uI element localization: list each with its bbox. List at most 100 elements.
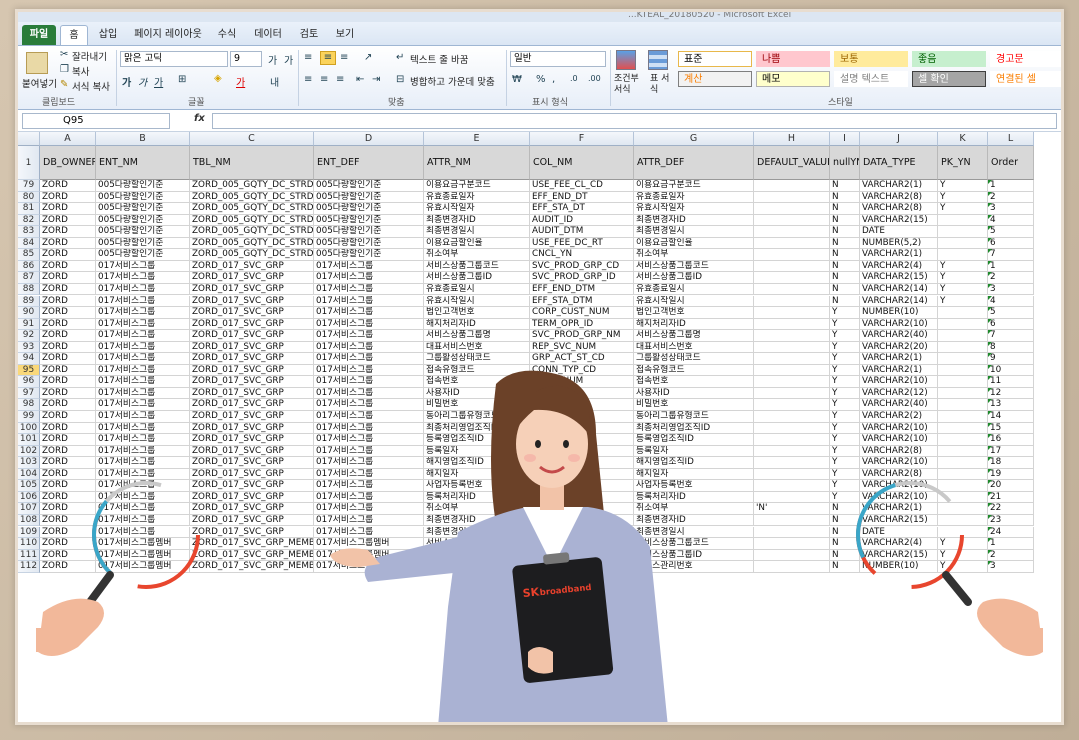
table-cell[interactable]: ZORD: [40, 260, 96, 273]
table-cell[interactable]: AUDIT_DTM: [530, 226, 634, 238]
table-cell[interactable]: 017서비스그룹: [314, 364, 424, 377]
table-cell[interactable]: 017서비스그룹: [314, 307, 424, 319]
table-cell[interactable]: [754, 295, 830, 308]
table-cell[interactable]: N: [830, 561, 860, 573]
select-all-corner[interactable]: [18, 132, 40, 146]
table-cell[interactable]: 017서비스그룹: [314, 422, 424, 435]
table-cell[interactable]: 017서비스그룹: [96, 376, 190, 388]
fx-icon[interactable]: fx: [194, 113, 205, 124]
table-cell[interactable]: [938, 411, 988, 423]
table-cell[interactable]: 017서비스그룹: [96, 307, 190, 319]
table-cell[interactable]: ZORD: [40, 549, 96, 562]
table-cell[interactable]: VARCHAR2(40): [860, 399, 938, 411]
table-cell[interactable]: 017서비스그룹: [314, 503, 424, 515]
table-cell[interactable]: 사용자ID: [634, 387, 754, 400]
header-cell[interactable]: DATA_TYPE: [860, 146, 938, 180]
table-cell[interactable]: VARCHAR2(14): [860, 295, 938, 308]
table-cell[interactable]: [754, 272, 830, 284]
table-cell[interactable]: [938, 399, 988, 411]
header-cell[interactable]: ENT_NM: [96, 146, 190, 180]
table-cell[interactable]: 017서비스그룹: [96, 387, 190, 400]
column-header-A[interactable]: A: [40, 132, 96, 146]
table-cell[interactable]: 005다량할인기준: [314, 249, 424, 261]
table-cell[interactable]: [754, 283, 830, 296]
table-cell[interactable]: N: [830, 526, 860, 539]
table-cell[interactable]: 017서비스그룹멤버: [96, 538, 190, 550]
table-cell[interactable]: 017서비스그룹: [96, 480, 190, 492]
table-cell[interactable]: ZORD: [40, 445, 96, 458]
table-cell[interactable]: 유효시작일시: [634, 295, 754, 308]
table-cell[interactable]: ZORD_017_SVC_GRP: [190, 341, 314, 354]
cell-style-4[interactable]: 좋음: [912, 51, 986, 67]
format-as-table-button[interactable]: 표 서식: [650, 74, 672, 96]
table-cell[interactable]: 취소여부: [634, 249, 754, 261]
table-cell[interactable]: 17: [988, 445, 1034, 458]
column-header-H[interactable]: H: [754, 132, 830, 146]
table-cell[interactable]: ZORD: [40, 468, 96, 481]
table-cell[interactable]: [530, 445, 634, 458]
table-cell[interactable]: 해지일자: [634, 468, 754, 481]
table-cell[interactable]: [754, 249, 830, 261]
row-header[interactable]: 100: [18, 422, 40, 435]
table-cell[interactable]: 017서비스그룹: [96, 399, 190, 411]
tab-formulas[interactable]: 수식: [212, 25, 242, 45]
orientation-icon[interactable]: ↗: [364, 52, 372, 63]
column-header-I[interactable]: I: [830, 132, 860, 146]
table-cell[interactable]: 최종변경자ID: [424, 514, 530, 527]
table-cell[interactable]: 017서비스그룹멤버: [314, 538, 424, 550]
header-cell[interactable]: DEFAULT_VALUE: [754, 146, 830, 180]
row-header[interactable]: 103: [18, 457, 40, 469]
table-cell[interactable]: 서비스상품그룹명: [424, 330, 530, 342]
table-cell[interactable]: Y: [938, 561, 988, 573]
header-cell[interactable]: DB_OWNER: [40, 146, 96, 180]
table-cell[interactable]: 15: [988, 422, 1034, 435]
column-header-E[interactable]: E: [424, 132, 530, 146]
table-cell[interactable]: ZORD_017_SVC_GRP: [190, 387, 314, 400]
tab-file[interactable]: 파일: [22, 25, 56, 45]
table-cell[interactable]: 이용요금구분코드: [634, 180, 754, 192]
table-cell[interactable]: ZORD: [40, 249, 96, 261]
table-cell[interactable]: [754, 353, 830, 365]
table-cell[interactable]: [938, 434, 988, 446]
table-cell[interactable]: 16: [988, 434, 1034, 446]
row-header[interactable]: 110: [18, 538, 40, 550]
table-cell[interactable]: ZORD: [40, 226, 96, 238]
font-color-icon[interactable]: 가: [236, 74, 245, 89]
table-cell[interactable]: [530, 514, 634, 527]
table-cell[interactable]: 005다량할인기준: [96, 214, 190, 227]
table-cell[interactable]: VARCHAR2(14): [860, 283, 938, 296]
table-cell[interactable]: ZORD_017_SVC_GRP_MEMB: [190, 549, 314, 562]
table-cell[interactable]: 8: [988, 341, 1034, 354]
table-cell[interactable]: ZORD_017_SVC_GRP: [190, 260, 314, 273]
tab-view[interactable]: 보기: [330, 25, 360, 45]
table-cell[interactable]: VARCHAR2(4): [860, 538, 938, 550]
table-cell[interactable]: 017서비스그룹: [314, 341, 424, 354]
row-header[interactable]: 1: [18, 146, 40, 180]
table-cell[interactable]: [530, 399, 634, 411]
table-cell[interactable]: 017서비스그룹: [96, 295, 190, 308]
tab-insert[interactable]: 삽입: [92, 25, 124, 45]
row-header[interactable]: 91: [18, 318, 40, 331]
row-header[interactable]: 84: [18, 237, 40, 250]
phonetic-icon[interactable]: 내: [270, 74, 279, 89]
table-cell[interactable]: 3: [988, 203, 1034, 215]
table-cell[interactable]: N: [830, 191, 860, 204]
row-header[interactable]: 99: [18, 411, 40, 423]
table-cell[interactable]: 서비스상품그룹코드: [634, 260, 754, 273]
table-cell[interactable]: 005다량할인기준: [314, 203, 424, 215]
table-cell[interactable]: 005다량할인기준: [314, 180, 424, 192]
table-cell[interactable]: 017서비스그룹: [96, 503, 190, 515]
format-as-table-icon[interactable]: [648, 50, 668, 70]
table-cell[interactable]: 접속유형코드: [424, 364, 530, 377]
table-cell[interactable]: VARCHAR2(10): [860, 422, 938, 435]
table-cell[interactable]: 017서비스그룹: [314, 318, 424, 331]
table-cell[interactable]: ZORD_017_SVC_GRP: [190, 445, 314, 458]
table-cell[interactable]: [530, 422, 634, 435]
align-left-icon[interactable]: ≡: [304, 74, 312, 85]
table-cell[interactable]: 24: [988, 526, 1034, 539]
row-header[interactable]: 88: [18, 283, 40, 296]
table-cell[interactable]: [530, 503, 634, 515]
table-cell[interactable]: 서비스상품그룹명: [634, 330, 754, 342]
table-cell[interactable]: ZORD: [40, 422, 96, 435]
table-cell[interactable]: 017서비스그룹: [314, 480, 424, 492]
